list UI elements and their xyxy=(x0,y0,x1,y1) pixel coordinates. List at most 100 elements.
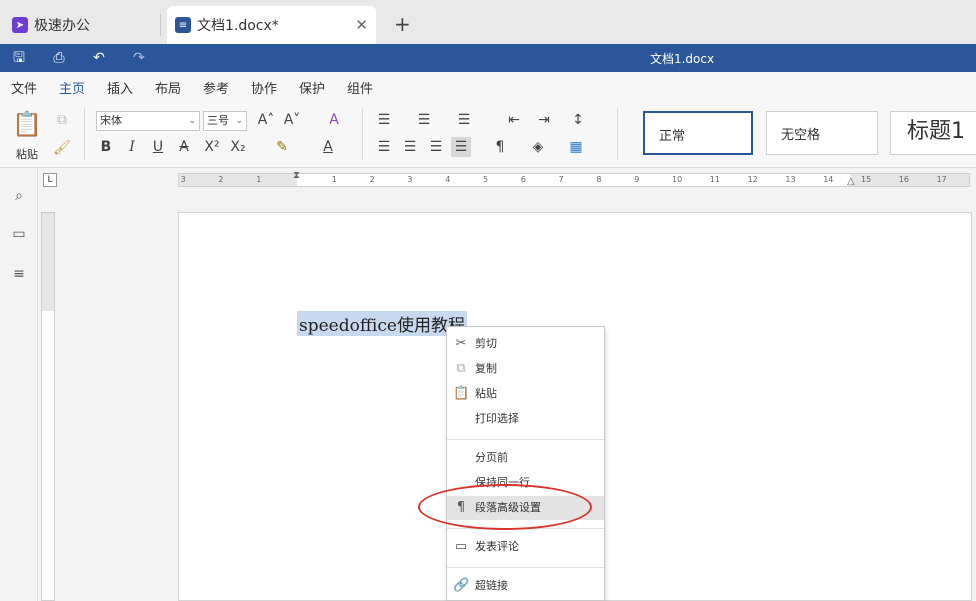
shading-icon[interactable]: ◈ xyxy=(528,137,548,157)
menu-item-copy[interactable]: ⧉ 复制 xyxy=(447,357,604,381)
format-painter-icon[interactable]: 🖌 xyxy=(52,138,72,158)
copy-icon[interactable]: ⧉ xyxy=(52,110,72,130)
ruler-tick-label: 7 xyxy=(558,175,564,184)
style-normal[interactable]: 正常 xyxy=(643,111,753,155)
indent-marker[interactable]: ⧗ xyxy=(293,170,300,181)
pilcrow-icon[interactable]: ¶ xyxy=(490,137,510,157)
tab-references[interactable]: 参考 xyxy=(203,78,229,97)
decrease-indent-icon[interactable]: ⇤ xyxy=(504,110,524,130)
numbered-list-icon[interactable]: ☰ xyxy=(414,110,434,130)
tab-protect[interactable]: 保护 xyxy=(299,78,325,97)
highlight-icon[interactable]: ✎ xyxy=(272,137,292,157)
ruler-tick-label: 9 xyxy=(634,175,640,184)
ruler-tick-label: 2 xyxy=(369,175,375,184)
ruler-margin xyxy=(42,213,54,311)
menu-item-label: 剪切 xyxy=(475,337,497,350)
tab-plugins[interactable]: 组件 xyxy=(347,78,373,97)
tab-file[interactable]: 文件 xyxy=(11,78,37,97)
comment-icon[interactable]: ▭ xyxy=(10,226,28,244)
close-icon[interactable]: ✕ xyxy=(355,16,368,34)
ruler-tick-label: 2 xyxy=(218,175,224,184)
vertical-ruler[interactable] xyxy=(41,212,55,601)
search-icon[interactable]: ⌕ xyxy=(10,188,28,206)
menu-item-label: 分页前 xyxy=(475,451,508,464)
bold-icon[interactable]: B xyxy=(96,137,116,157)
rocket-icon: ➤ xyxy=(12,17,28,33)
line-spacing-icon[interactable]: ↕ xyxy=(568,110,588,130)
ruler-tick-label: 15 xyxy=(861,175,872,184)
tab-stop-selector[interactable]: L xyxy=(43,173,57,187)
scissors-icon: ✂ xyxy=(455,336,467,351)
style-no-spacing[interactable]: 无空格 xyxy=(766,111,878,155)
menu-item-label: 发表评论 xyxy=(475,540,519,553)
right-indent-marker[interactable]: △ xyxy=(847,176,855,187)
ruler-tick-label: 12 xyxy=(747,175,758,184)
tab-bar: ➤ 极速办公 ≡ 文档1.docx* ✕ + xyxy=(0,0,976,44)
document-title: 文档1.docx xyxy=(649,52,715,66)
document-icon: ≡ xyxy=(175,17,191,33)
font-size-select[interactable]: 三号 ⌄ xyxy=(203,111,247,131)
menu-item-label: 打印选择 xyxy=(475,412,519,425)
ruler-tick-label: 5 xyxy=(483,175,489,184)
tab-collaboration[interactable]: 协作 xyxy=(251,78,277,97)
paste-label: 粘贴 xyxy=(16,148,38,161)
align-left-icon[interactable]: ☰ xyxy=(374,137,394,157)
menu-item-add-comment[interactable]: ▭ 发表评论 xyxy=(447,535,604,559)
multilevel-list-icon[interactable]: ☰ xyxy=(454,110,474,130)
tab-home-ribbon[interactable]: 主页 xyxy=(59,78,86,102)
menu-item-hyperlink[interactable]: 🔗 超链接 xyxy=(447,574,604,598)
ruler-tick-label: 16 xyxy=(898,175,909,184)
align-center-icon[interactable]: ☰ xyxy=(400,137,420,157)
subscript-icon[interactable]: X₂ xyxy=(228,137,248,157)
strikethrough-icon[interactable]: A xyxy=(174,137,194,157)
ruler-tick-label: 8 xyxy=(596,175,602,184)
paste-icon: 📋 xyxy=(453,386,470,401)
menu-separator xyxy=(447,567,604,568)
chevron-down-icon: ⌄ xyxy=(235,116,243,126)
increase-indent-icon[interactable]: ⇥ xyxy=(534,110,554,130)
ruler-tick-label: 17 xyxy=(936,175,947,184)
align-right-icon[interactable]: ☰ xyxy=(426,137,446,157)
ruler-tick-label: 4 xyxy=(445,175,451,184)
style-heading1[interactable]: 标题1 xyxy=(890,111,976,155)
new-tab-button[interactable]: + xyxy=(394,12,411,36)
clear-format-icon[interactable]: A xyxy=(324,110,344,130)
tab-insert[interactable]: 插入 xyxy=(107,78,133,97)
navigation-icon[interactable]: ≡ xyxy=(10,266,28,284)
copy-icon: ⧉ xyxy=(456,361,466,376)
divider xyxy=(84,108,85,160)
menu-item-cut[interactable]: ✂ 剪切 xyxy=(447,332,604,356)
ruler-tick-label: 13 xyxy=(785,175,796,184)
menu-bar: 文件 主页 插入 布局 参考 协作 保护 组件 xyxy=(0,72,976,102)
tab-layout[interactable]: 布局 xyxy=(155,78,181,97)
underline-icon[interactable]: U xyxy=(148,137,168,157)
decrease-font-icon[interactable]: A˅ xyxy=(282,110,302,130)
ruler-margin xyxy=(179,174,297,186)
tab-label: 文档1.docx* xyxy=(197,18,279,34)
font-name-value: 宋体 xyxy=(100,114,122,127)
comment-icon: ▭ xyxy=(454,539,468,554)
menu-separator xyxy=(447,439,604,440)
font-color-icon[interactable]: A xyxy=(318,137,338,157)
menu-item-label: 超链接 xyxy=(475,579,508,592)
font-name-select[interactable]: 宋体 ⌄ xyxy=(96,111,200,131)
menu-item-label: 粘贴 xyxy=(475,387,497,400)
increase-font-icon[interactable]: A˄ xyxy=(256,110,276,130)
tab-separator xyxy=(160,14,161,36)
divider xyxy=(362,108,363,160)
menu-item-paste[interactable]: 📋 粘贴 xyxy=(447,382,604,406)
superscript-icon[interactable]: X² xyxy=(202,137,222,157)
ruler-tick-label: 3 xyxy=(180,175,186,184)
menu-item-print-selection[interactable]: 打印选择 xyxy=(447,407,604,431)
divider xyxy=(617,108,618,160)
document-text[interactable]: speedoffice使用教程 xyxy=(297,311,467,336)
tab-document[interactable]: ≡ 文档1.docx* ✕ xyxy=(167,6,376,44)
menu-item-page-break-before[interactable]: 分页前 xyxy=(447,446,604,470)
italic-icon[interactable]: I xyxy=(122,137,142,157)
paste-icon[interactable]: 📋 xyxy=(12,110,42,142)
horizontal-ruler[interactable]: ⧗ △ 3 2 1 1 2 3 4 5 6 7 8 9 10 11 12 13 14 15 16 17 xyxy=(178,170,970,187)
borders-icon[interactable]: ▦ xyxy=(566,137,586,157)
bullet-list-icon[interactable]: ☰ xyxy=(374,110,394,130)
align-justify-icon[interactable]: ☰ xyxy=(451,137,471,157)
tab-home[interactable]: ➤ 极速办公 xyxy=(6,6,156,44)
